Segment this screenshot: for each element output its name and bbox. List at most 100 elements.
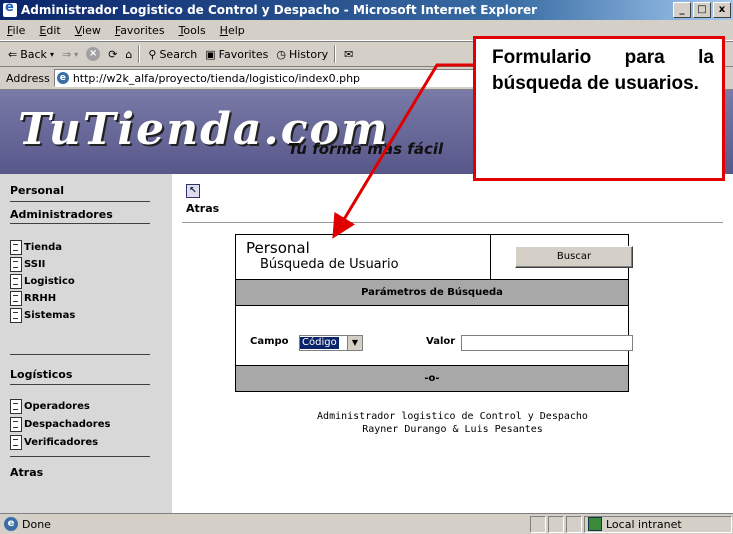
refresh-icon: ⟳ — [108, 47, 118, 61]
status-cell — [566, 516, 582, 533]
sidebar-item-verificadores[interactable]: Verificadores — [10, 435, 98, 450]
status-text: Done — [22, 517, 51, 531]
maximize-button[interactable]: □ — [693, 2, 711, 18]
sidebar-link-logisticos[interactable]: Logísticos — [10, 368, 72, 381]
ie-icon — [3, 0, 17, 17]
valor-input[interactable] — [461, 335, 633, 351]
dropdown-icon: ▾ — [49, 49, 54, 59]
stop-button[interactable]: × — [86, 47, 101, 61]
search-icon: ⚲ — [148, 47, 157, 61]
sidebar-item-label: Operadores — [24, 401, 90, 412]
window-controls: _ □ x — [673, 2, 731, 18]
menu-tools[interactable]: Tools — [172, 24, 213, 37]
window-titlebar: Administrador Logistico de Control y Des… — [0, 0, 733, 20]
sidebar-divider — [10, 201, 150, 202]
sidebar-item-label: Despachadores — [24, 419, 111, 430]
sidebar-link-administradores[interactable]: Administradores — [10, 208, 113, 221]
forward-arrow-icon: ⇒ — [61, 47, 72, 61]
favorites-button-label: Favorites — [218, 47, 269, 61]
address-label: Address — [6, 71, 50, 85]
zone-text: Local intranet — [606, 517, 682, 531]
page-icon: e — [56, 72, 69, 84]
minimize-button[interactable]: _ — [673, 2, 691, 18]
stop-icon: × — [86, 47, 101, 61]
back-button-label: Back — [20, 47, 47, 61]
close-button[interactable]: x — [713, 2, 731, 18]
mail-button[interactable]: ✉ — [344, 48, 353, 61]
campo-selected-value: Código — [300, 337, 339, 349]
refresh-button[interactable]: ⟳ — [108, 48, 117, 61]
form-header: Personal Búsqueda de Usuario Buscar — [236, 235, 633, 280]
toolbar-separator — [334, 45, 337, 63]
campo-label: Campo — [250, 336, 289, 347]
sidebar-item-operadores[interactable]: Operadores — [10, 399, 90, 414]
document-icon — [10, 274, 22, 289]
sidebar-item-label: Logistico — [24, 276, 75, 287]
document-icon — [10, 399, 22, 414]
annotation-callout: Formulario para la búsqueda de usuarios. — [473, 36, 725, 181]
forward-button[interactable]: ⇒ ▾ — [62, 48, 78, 61]
campo-select[interactable]: Código ▼ — [299, 335, 363, 351]
sidebar-item-logistico[interactable]: Logistico — [10, 274, 75, 289]
menu-edit[interactable]: Edit — [32, 24, 67, 37]
document-icon — [10, 435, 22, 450]
toolbar-separator — [138, 45, 141, 63]
search-button-buscar[interactable]: Buscar — [515, 246, 633, 268]
back-arrow-icon: ⇐ — [8, 47, 18, 61]
page-footer: Administrador logistico de Control y Des… — [172, 410, 733, 436]
sidebar-divider — [10, 354, 150, 355]
header-divider — [490, 235, 491, 279]
back-link[interactable]: Atras — [186, 202, 219, 215]
document-icon — [10, 308, 22, 323]
history-button[interactable]: ◷ History — [276, 48, 328, 61]
site-tagline: Tu forma más fácil — [288, 140, 444, 158]
chevron-down-icon[interactable]: ▼ — [347, 336, 362, 350]
status-cell — [530, 516, 546, 533]
menu-help[interactable]: Help — [213, 24, 252, 37]
search-form: Personal Búsqueda de Usuario Buscar Pará… — [235, 234, 633, 392]
menu-favorites[interactable]: Favorites — [108, 24, 172, 37]
sidebar-divider — [10, 223, 150, 224]
search-button-label: Search — [159, 47, 198, 61]
ie-page-icon: e — [4, 517, 18, 531]
history-button-label: History — [288, 47, 329, 61]
address-url: http://w2k_alfa/proyecto/tienda/logistic… — [72, 71, 361, 85]
sidebar-item-sistemas[interactable]: Sistemas — [10, 308, 75, 323]
params-header: Parámetros de Búsqueda — [236, 280, 628, 306]
home-icon: ⌂ — [125, 47, 133, 61]
document-icon — [10, 291, 22, 306]
sidebar-item-despachadores[interactable]: Despachadores — [10, 417, 110, 432]
dropdown-icon: ▾ — [74, 49, 79, 59]
mail-icon: ✉ — [344, 47, 354, 61]
status-cell — [548, 516, 564, 533]
back-page-icon[interactable]: ↖ — [186, 184, 200, 198]
document-icon — [10, 417, 22, 432]
search-button[interactable]: ⚲ Search — [148, 48, 197, 61]
status-done: e Done — [4, 517, 51, 531]
history-icon: ◷ — [276, 47, 286, 61]
form-footer-bar: -o- — [236, 365, 628, 391]
sidebar: Personal Administradores Tienda SSII Log… — [0, 174, 172, 513]
address-input[interactable]: e http://w2k_alfa/proyecto/tienda/logist… — [53, 69, 516, 87]
main-content: ↖ Atras Personal Búsqueda de Usuario Bus… — [172, 174, 733, 513]
back-button[interactable]: ⇐ Back ▾ — [8, 48, 54, 61]
home-button[interactable]: ⌂ — [125, 48, 132, 61]
sidebar-divider — [10, 384, 150, 385]
footer-line-1: Administrador logistico de Control y Des… — [317, 411, 588, 422]
sidebar-item-tienda[interactable]: Tienda — [10, 240, 62, 255]
document-icon — [10, 240, 22, 255]
sidebar-divider — [10, 456, 150, 457]
menu-view[interactable]: View — [68, 24, 108, 37]
sidebar-item-rrhh[interactable]: RRHH — [10, 291, 56, 306]
sidebar-item-label: Sistemas — [24, 310, 76, 321]
form-title: Personal — [246, 239, 310, 257]
sidebar-link-personal[interactable]: Personal — [10, 184, 64, 197]
sidebar-link-atras[interactable]: Atras — [10, 466, 43, 479]
sidebar-item-ssii[interactable]: SSII — [10, 257, 45, 272]
security-zone: Local intranet — [588, 517, 682, 531]
footer-line-2: Rayner Durango & Luis Pesantes — [362, 424, 543, 435]
menu-file[interactable]: File — [0, 24, 32, 37]
sidebar-item-label: RRHH — [24, 293, 57, 304]
favorites-button[interactable]: ▣ Favorites — [205, 48, 268, 61]
window-title: Administrador Logistico de Control y Des… — [21, 3, 538, 17]
